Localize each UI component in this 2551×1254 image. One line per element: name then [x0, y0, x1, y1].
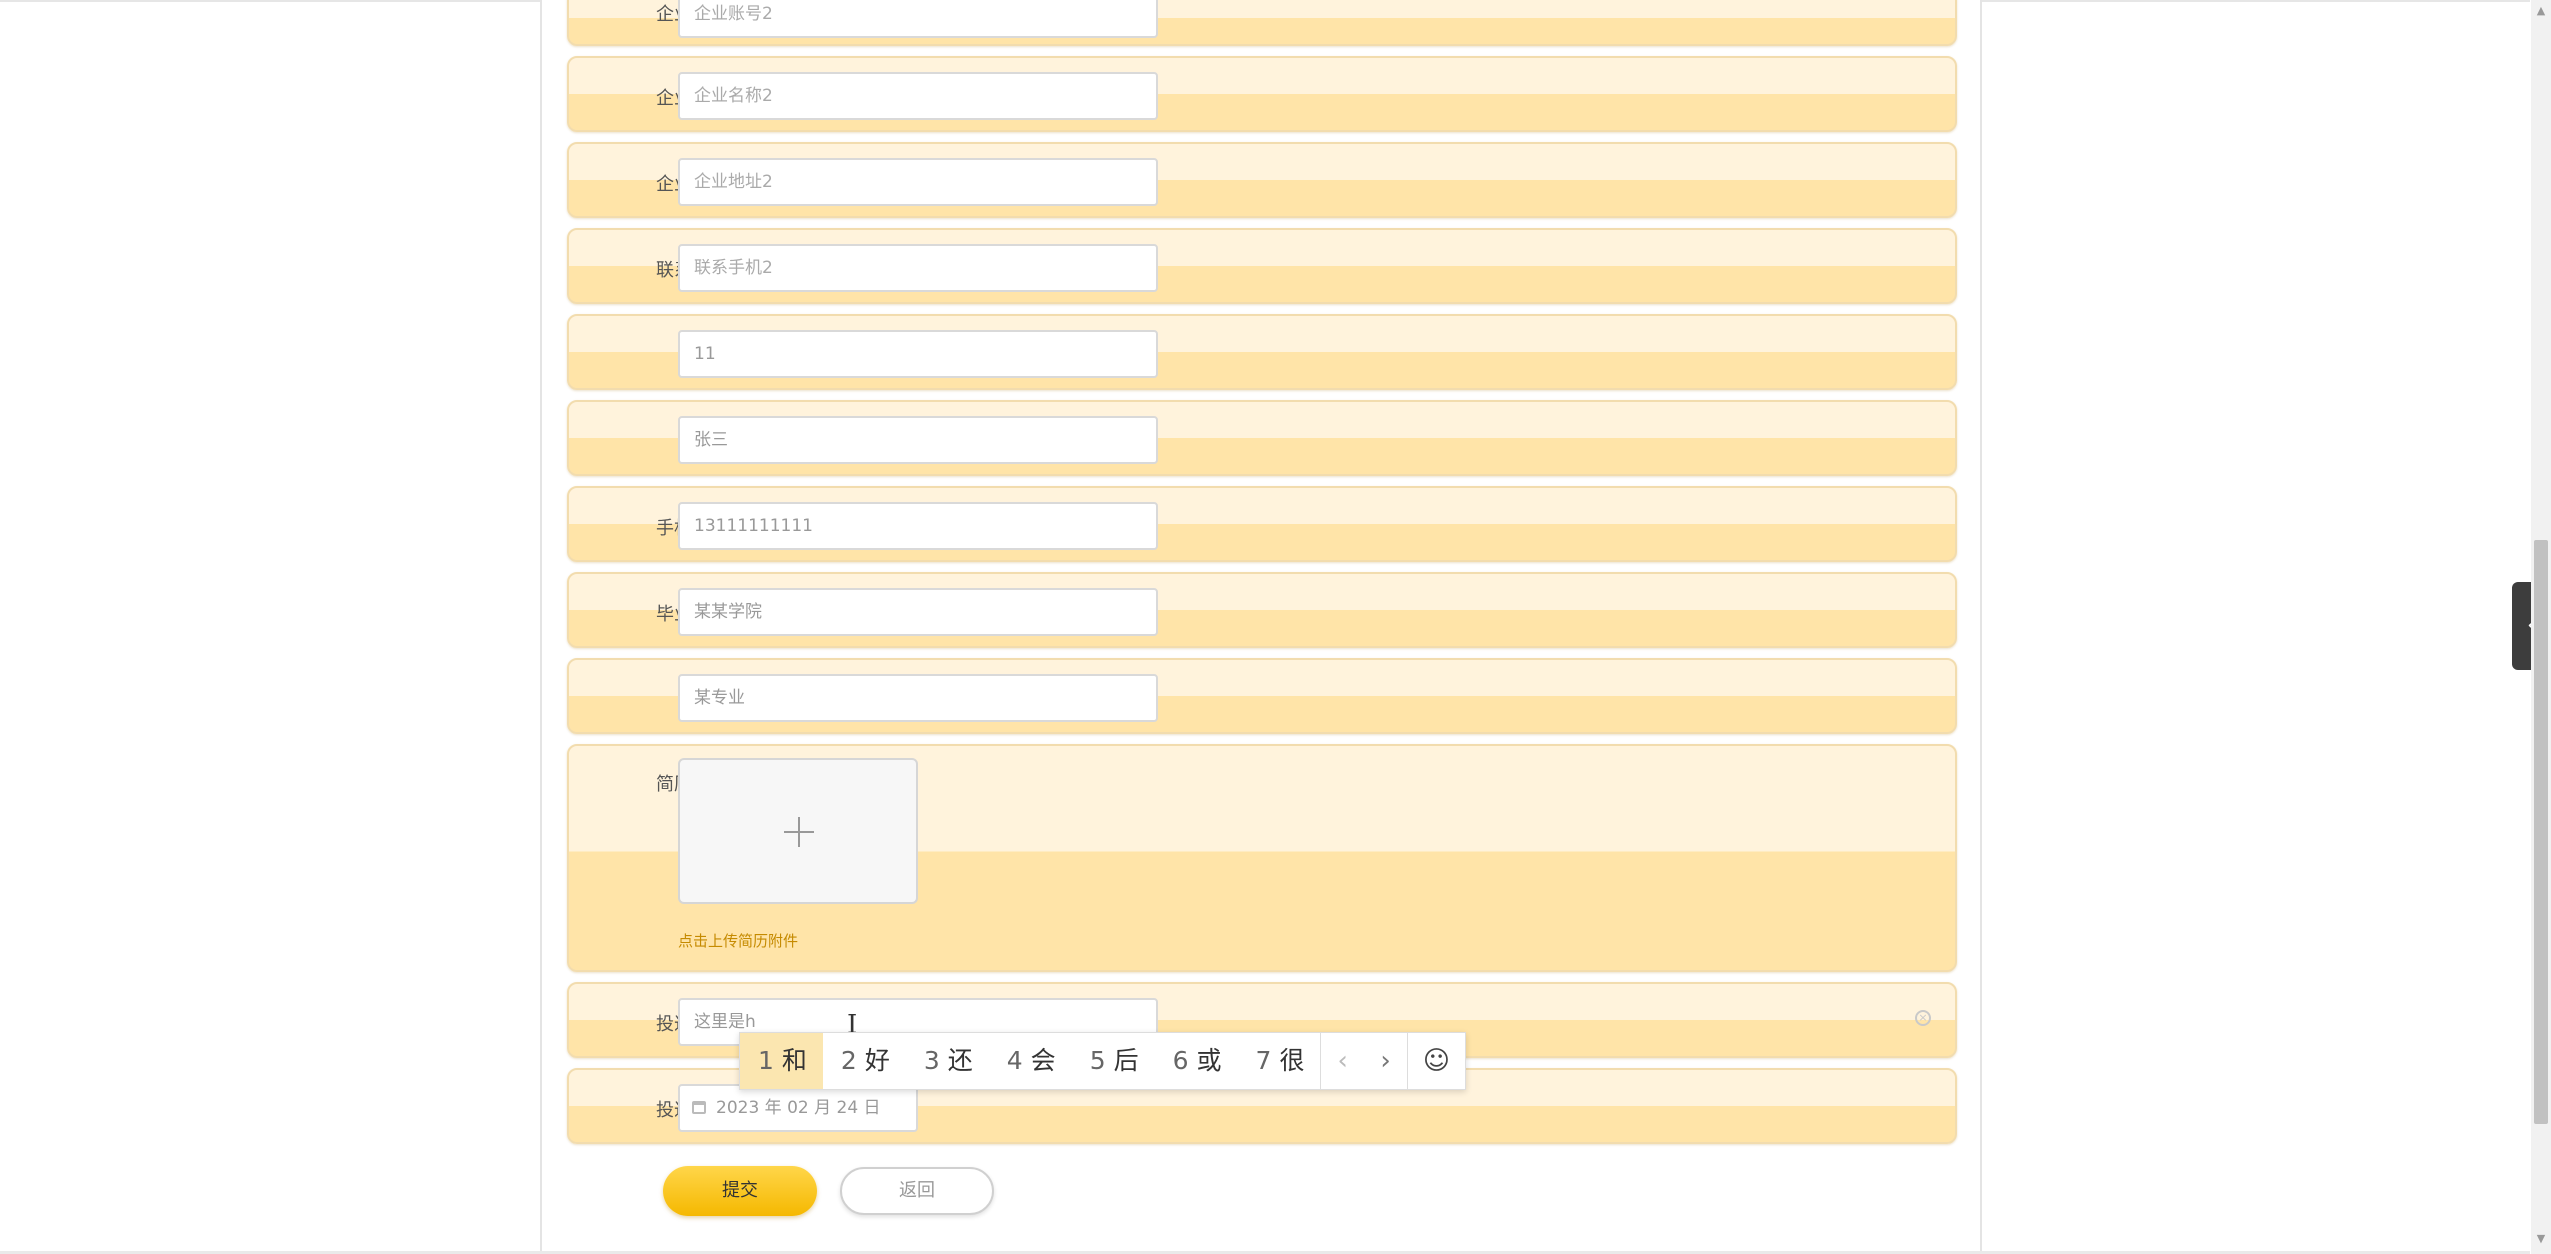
ime-candidate-5[interactable]: 5后	[1072, 1033, 1155, 1089]
candidate-text: 好	[864, 1046, 890, 1075]
vertical-scrollbar[interactable]: ▲ ▼	[2531, 0, 2551, 1254]
name-input[interactable]: 张三	[678, 416, 1158, 464]
chevron-left-icon[interactable]: ‹	[1321, 1033, 1364, 1089]
calendar-icon	[692, 1101, 706, 1114]
form-row-account: 账号 11	[567, 314, 1957, 390]
ime-candidate-7[interactable]: 7很	[1238, 1033, 1321, 1089]
scroll-up-arrow-icon[interactable]: ▲	[2531, 4, 2551, 18]
ime-candidate-4[interactable]: 4会	[989, 1033, 1072, 1089]
candidate-text: 和	[781, 1046, 807, 1075]
scrollbar-thumb[interactable]	[2534, 540, 2548, 1124]
form-row-mobile: 手机号码 13111111111	[567, 486, 1957, 562]
upload-hint: 点击上传简历附件	[678, 932, 799, 950]
candidate-number: 7	[1255, 1046, 1272, 1075]
resume-upload-box[interactable]	[678, 758, 918, 904]
scroll-down-arrow-icon[interactable]: ▼	[2531, 1232, 2551, 1246]
company-name-input[interactable]: 企业名称2	[678, 72, 1158, 120]
ime-candidate-2[interactable]: 2好	[823, 1033, 906, 1089]
major-input[interactable]: 某专业	[678, 674, 1158, 722]
date-picker-input[interactable]: 2023 年 02 月 24 日	[678, 1084, 918, 1132]
form-row-school: 毕业学校 某某学院	[567, 572, 1957, 648]
form-row-company-name: 企业名称 企业名称2	[567, 56, 1957, 132]
form-row-company-address: 企业地址 企业地址2	[567, 142, 1957, 218]
candidate-text: 后	[1113, 1046, 1139, 1075]
company-account-input[interactable]: 企业账号2	[678, 0, 1158, 38]
company-address-input[interactable]: 企业地址2	[678, 158, 1158, 206]
candidate-number: 4	[1006, 1046, 1023, 1075]
ime-candidate-bar: 1和 2好 3还 4会 5后 6或 7很 ‹ › ☺	[739, 1032, 1466, 1090]
clear-icon[interactable]: ×	[1915, 1010, 1931, 1026]
chevron-right-icon[interactable]: ›	[1364, 1033, 1407, 1089]
ime-candidate-1[interactable]: 1和	[740, 1033, 823, 1089]
school-input[interactable]: 某某学院	[678, 588, 1158, 636]
form-row-name: 姓名 张三	[567, 400, 1957, 476]
candidate-text: 还	[947, 1046, 973, 1075]
candidate-text: 或	[1196, 1046, 1222, 1075]
form-row-contact-phone: 联系手机 联系手机2	[567, 228, 1957, 304]
form-row-major: 专业 某专业	[567, 658, 1957, 734]
back-button[interactable]: 返回	[840, 1167, 994, 1215]
mobile-input[interactable]: 13111111111	[678, 502, 1158, 550]
candidate-text: 会	[1030, 1046, 1056, 1075]
candidate-number: 6	[1172, 1046, 1189, 1075]
candidate-number: 1	[758, 1046, 774, 1075]
form-row-resume: 简历附件 点击上传简历附件	[567, 744, 1957, 972]
contact-phone-input[interactable]: 联系手机2	[678, 244, 1158, 292]
ime-candidate-6[interactable]: 6或	[1155, 1033, 1238, 1089]
plus-icon-vertical	[798, 817, 800, 847]
account-input[interactable]: 11	[678, 330, 1158, 378]
smiley-icon[interactable]: ☺	[1408, 1033, 1465, 1089]
date-value: 2023 年 02 月 24 日	[716, 1098, 881, 1118]
form-row-company-account: 企业账号 企业账号2	[567, 0, 1957, 46]
candidate-text: 很	[1279, 1046, 1305, 1075]
candidate-number: 3	[923, 1046, 940, 1075]
candidate-number: 2	[840, 1046, 857, 1075]
candidate-number: 5	[1089, 1046, 1106, 1075]
submit-button[interactable]: 提交	[663, 1166, 817, 1216]
ime-candidate-3[interactable]: 3还	[906, 1033, 989, 1089]
